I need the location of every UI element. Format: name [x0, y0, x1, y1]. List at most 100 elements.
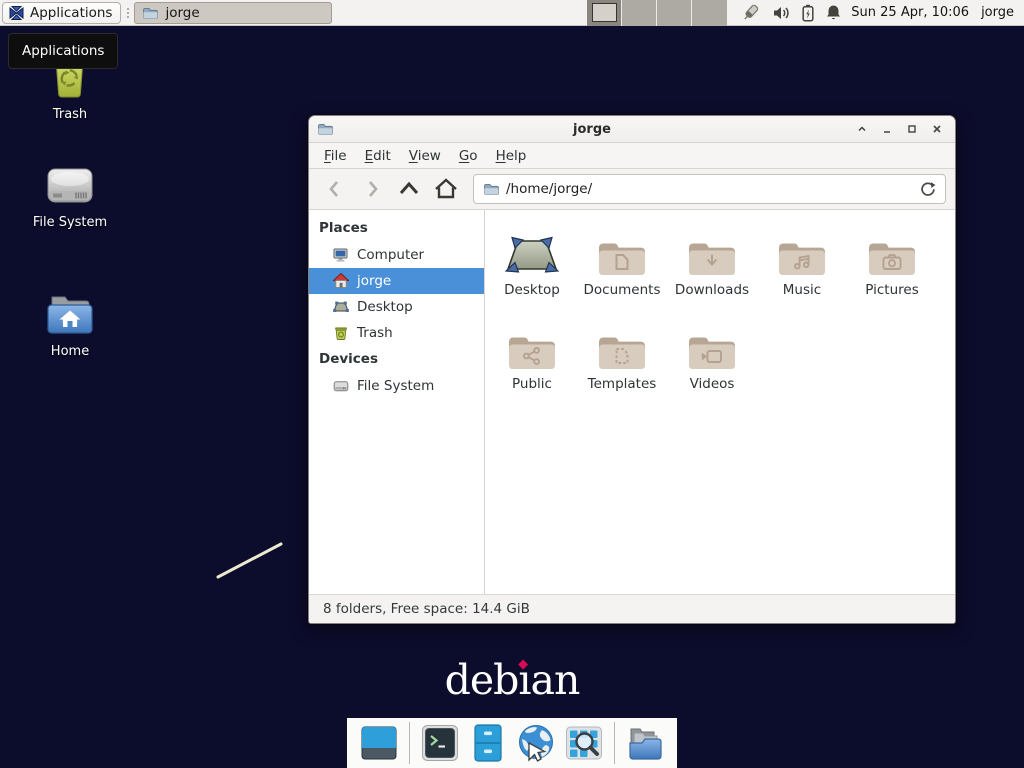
desktop-icon-home[interactable]: Home — [18, 291, 122, 359]
web-browser-launcher[interactable] — [516, 723, 556, 763]
up-button[interactable] — [392, 174, 426, 204]
file-item-templates[interactable]: Templates — [577, 318, 667, 392]
maximize-button[interactable] — [901, 119, 922, 140]
sidebar-item-computer[interactable]: Computer — [309, 242, 484, 268]
stylus-icon[interactable] — [739, 3, 761, 23]
window-title: jorge — [333, 122, 851, 137]
videos-folder-icon — [688, 318, 736, 370]
menu-help[interactable]: Help — [487, 145, 536, 167]
reload-icon[interactable] — [919, 181, 936, 198]
desktop-icon-label: File System — [33, 215, 107, 230]
xfce-menu-icon — [8, 5, 25, 21]
workspace-3[interactable] — [657, 0, 692, 26]
sidebar-item-label: jorge — [357, 273, 391, 289]
path-entry[interactable]: /home/jorge/ — [473, 174, 946, 204]
applications-menu-button[interactable]: Applications — [2, 2, 121, 24]
menu-view[interactable]: View — [400, 145, 450, 167]
desktop-mini-icon — [333, 299, 349, 315]
documents-folder-icon — [598, 224, 646, 276]
path-folder-icon — [483, 181, 499, 197]
file-item-label: Videos — [690, 376, 735, 392]
file-item-videos[interactable]: Videos — [667, 318, 757, 392]
panel-clock[interactable]: Sun 25 Apr, 10:06 — [851, 5, 969, 20]
notifications-bell-icon[interactable] — [826, 4, 841, 21]
file-item-documents[interactable]: Documents — [577, 224, 667, 298]
file-item-downloads[interactable]: Downloads — [667, 224, 757, 298]
file-item-label: Templates — [588, 376, 657, 392]
pictures-folder-icon — [868, 224, 916, 276]
sidebar: Places Computer — [309, 210, 485, 594]
computer-icon — [333, 247, 349, 263]
sidebar-item-jorge[interactable]: jorge — [309, 268, 484, 294]
file-item-label: Desktop — [504, 282, 560, 298]
menubar: File Edit View Go Help — [309, 143, 955, 169]
top-panel: Applications jorge — [0, 0, 1024, 26]
public-folder-icon — [508, 318, 556, 370]
sidebar-item-label: Trash — [357, 325, 393, 341]
taskbar-window-label: jorge — [165, 5, 199, 21]
desktop-icon-label: Trash — [53, 107, 87, 122]
applications-tooltip: Applications — [8, 33, 118, 69]
taskbar-window-button[interactable]: jorge — [134, 2, 332, 24]
show-desktop-button[interactable] — [359, 723, 399, 763]
debian-logo: debıan — [445, 660, 580, 701]
workspace-1[interactable] — [587, 0, 622, 26]
bottom-dock — [347, 718, 677, 768]
menu-edit[interactable]: Edit — [356, 145, 400, 167]
desktop-special-icon — [505, 224, 559, 276]
file-list[interactable]: Desktop Documents Downloads Music Pictur… — [485, 210, 955, 594]
sidebar-item-trash[interactable]: Trash — [309, 320, 484, 346]
file-item-label: Music — [783, 282, 821, 298]
shade-button[interactable] — [851, 119, 872, 140]
music-folder-icon — [778, 224, 826, 276]
applications-menu-label: Applications — [30, 5, 112, 21]
trash-mini-icon — [333, 325, 349, 341]
dock-separator — [614, 722, 615, 764]
titlebar[interactable]: jorge — [309, 116, 955, 143]
window-folder-icon — [317, 121, 333, 137]
sidebar-item-label: File System — [357, 378, 434, 394]
workspace-pager[interactable] — [587, 0, 727, 26]
workspace-4[interactable] — [692, 0, 727, 26]
file-manager-window: jorge File Edit View Go Help — [308, 115, 956, 624]
panel-user-label[interactable]: jorge — [981, 5, 1014, 20]
panel-handle[interactable] — [123, 3, 132, 23]
file-item-music[interactable]: Music — [757, 224, 847, 298]
desktop-icon-file-system[interactable]: File System — [18, 166, 122, 230]
statusbar: 8 folders, Free space: 14.4 GiB — [309, 594, 955, 623]
home-icon — [333, 273, 349, 289]
file-cabinet-launcher[interactable] — [468, 723, 508, 763]
menu-file[interactable]: File — [315, 145, 356, 167]
hard-drive-icon — [45, 166, 95, 208]
downloads-folder-icon — [688, 224, 736, 276]
desktop-stray-line — [208, 536, 292, 586]
sidebar-item-label: Desktop — [357, 299, 413, 315]
dock-separator — [409, 722, 410, 764]
file-item-public[interactable]: Public — [487, 318, 577, 392]
application-finder-launcher[interactable] — [564, 723, 604, 763]
close-button[interactable] — [926, 119, 947, 140]
debian-logo-text: an — [531, 656, 580, 704]
file-item-label: Downloads — [675, 282, 749, 298]
forward-button[interactable] — [355, 174, 389, 204]
file-item-desktop[interactable]: Desktop — [487, 224, 577, 298]
workspace-2[interactable] — [622, 0, 657, 26]
window-folder-icon — [142, 5, 158, 21]
volume-icon[interactable] — [772, 5, 790, 21]
sidebar-item-file-system[interactable]: File System — [309, 373, 484, 399]
sidebar-item-label: Computer — [357, 247, 424, 263]
path-text[interactable]: /home/jorge/ — [506, 181, 912, 197]
statusbar-text: 8 folders, Free space: 14.4 GiB — [323, 601, 530, 617]
home-folder-launcher[interactable] — [625, 723, 665, 763]
terminal-launcher[interactable] — [420, 723, 460, 763]
debian-logo-text: deb — [445, 656, 519, 704]
file-item-pictures[interactable]: Pictures — [847, 224, 937, 298]
home-button[interactable] — [429, 174, 463, 204]
templates-folder-icon — [598, 318, 646, 370]
sidebar-item-desktop[interactable]: Desktop — [309, 294, 484, 320]
drive-mini-icon — [333, 378, 349, 394]
back-button[interactable] — [318, 174, 352, 204]
battery-charging-icon[interactable] — [801, 4, 815, 22]
minimize-button[interactable] — [876, 119, 897, 140]
menu-go[interactable]: Go — [450, 145, 487, 167]
